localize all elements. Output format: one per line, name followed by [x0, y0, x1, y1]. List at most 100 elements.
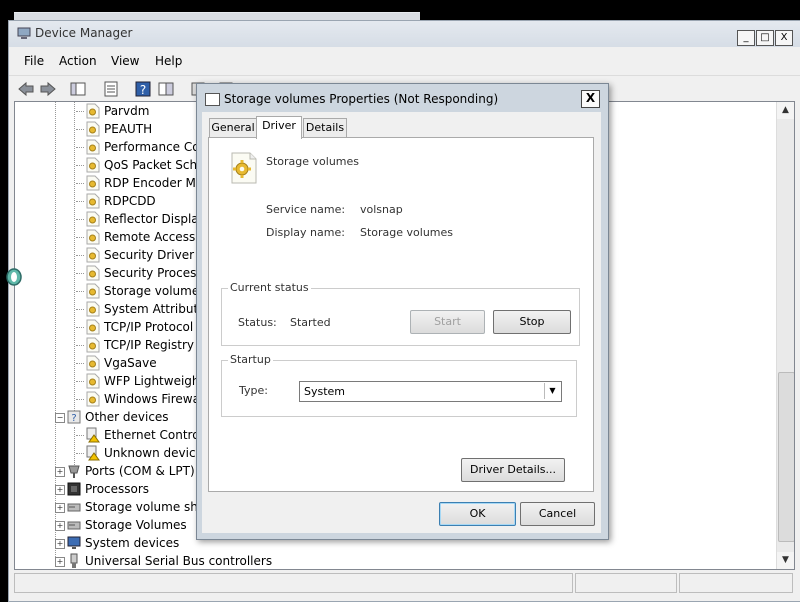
current-status-group: Current status Status: Started Start Sto…	[221, 281, 580, 346]
storage-icon	[67, 521, 81, 530]
startup-legend: Startup	[228, 353, 273, 366]
expand-icon[interactable]: +	[55, 539, 65, 549]
tree-item-label: Storage volume shad	[85, 500, 213, 514]
driver-file-icon	[86, 193, 100, 209]
usb-icon	[70, 553, 78, 568]
tree-item-label: Processors	[85, 482, 150, 496]
status-pane-1	[14, 573, 573, 593]
tree-item-label: System devices	[85, 536, 180, 550]
resize-cursor-icon	[6, 268, 22, 286]
tree-item-label: Universal Serial Bus controllers	[85, 554, 273, 568]
storage-icon	[67, 503, 81, 512]
driver-name: Storage volumes	[266, 155, 360, 168]
tree-item-label: Security Processo	[104, 266, 210, 280]
show-hide-pane-icon[interactable]	[157, 80, 175, 98]
driver-file-icon	[86, 301, 100, 317]
display-name-label: Display name:	[266, 226, 345, 239]
status-value: Started	[290, 316, 331, 329]
forward-arrow-icon[interactable]	[39, 80, 57, 98]
service-name-value: volsnap	[360, 203, 403, 216]
tree-item-label: RDP Encoder Mirr	[104, 176, 209, 190]
dialog-titlebar[interactable]: Storage volumes Properties (Not Respondi…	[197, 84, 608, 112]
chevron-down-icon[interactable]: ▼	[544, 383, 560, 399]
menu-file[interactable]: File	[24, 54, 44, 68]
close-button[interactable]: X	[775, 30, 793, 46]
back-arrow-icon[interactable]	[17, 80, 35, 98]
ok-button[interactable]: OK	[439, 502, 516, 526]
startup-type-value: System	[304, 385, 346, 398]
tree-item-label: RDPCDD	[104, 194, 156, 208]
driver-file-icon	[86, 373, 100, 389]
dialog-title: Storage volumes Properties (Not Respondi…	[224, 92, 499, 106]
expand-icon[interactable]: +	[55, 485, 65, 495]
tree-item-label: Unknown device	[104, 446, 203, 460]
window-title: Device Manager	[35, 26, 133, 40]
device-manager-icon	[17, 27, 31, 39]
driver-file-icon	[86, 265, 100, 281]
other-devices-icon: ?	[67, 410, 81, 424]
driver-tab-page: Storage volumes Service name: volsnap Di…	[208, 137, 594, 492]
console-tree-icon[interactable]	[69, 80, 87, 98]
tree-item-label: Storage volumes	[104, 284, 206, 298]
driver-file-icon	[86, 211, 100, 227]
startup-type-select[interactable]: System ▼	[299, 381, 562, 402]
tree-item-label: Security Driver	[104, 248, 195, 262]
driver-details-button[interactable]: Driver Details...	[461, 458, 565, 482]
tree-item-label: PEAUTH	[104, 122, 153, 136]
driver-file-icon	[86, 283, 100, 299]
properties-icon[interactable]	[102, 80, 120, 98]
minimize-button[interactable]: _	[737, 30, 755, 46]
dialog-body: General Driver Details Storage volumes S…	[202, 112, 601, 533]
menu-help[interactable]: Help	[155, 54, 182, 68]
start-button[interactable]: Start	[410, 310, 485, 334]
status-pane-3	[679, 573, 793, 593]
driver-file-icon	[86, 391, 100, 407]
current-status-legend: Current status	[228, 281, 311, 294]
svg-text:?: ?	[71, 413, 76, 424]
stop-button[interactable]: Stop	[493, 310, 571, 334]
driver-file-icon	[86, 103, 100, 119]
dialog-close-button[interactable]: X	[581, 90, 600, 108]
system-devices-icon	[67, 536, 81, 549]
scroll-up-arrow-icon[interactable]: ▲	[777, 102, 794, 119]
service-name-label: Service name:	[266, 203, 346, 216]
driver-file-icon	[86, 247, 100, 263]
expand-icon[interactable]: +	[55, 521, 65, 531]
tree-item-label: Parvdm	[104, 104, 150, 118]
scrollbar-thumb[interactable]	[778, 372, 794, 542]
driver-file-icon	[86, 355, 100, 371]
menu-action[interactable]: Action	[59, 54, 97, 68]
cancel-button[interactable]: Cancel	[520, 502, 595, 526]
collapse-icon[interactable]: −	[55, 413, 65, 423]
tree-item-label: Ports (COM & LPT)	[85, 464, 195, 478]
tab-general[interactable]: General	[209, 118, 257, 138]
scroll-down-arrow-icon[interactable]: ▼	[777, 552, 794, 569]
tab-driver[interactable]: Driver	[256, 116, 302, 139]
tree-item-label: Other devices	[85, 410, 169, 424]
menu-view[interactable]: View	[111, 54, 139, 68]
status-pane-2	[575, 573, 677, 593]
tree-item-label: VgaSave	[104, 356, 157, 370]
unknown-device-warning-icon	[86, 427, 100, 443]
device-manager-titlebar: Device Manager _ □ X	[9, 21, 800, 47]
tab-details[interactable]: Details	[303, 118, 347, 138]
unknown-device-warning-icon	[86, 445, 100, 461]
maximize-button[interactable]: □	[756, 30, 774, 46]
processor-icon	[67, 482, 81, 496]
driver-file-icon	[86, 139, 100, 155]
port-icon	[68, 465, 80, 478]
startup-group: Startup Type: System ▼	[221, 353, 577, 417]
driver-file-icon	[86, 229, 100, 245]
driver-file-icon	[86, 319, 100, 335]
vertical-scrollbar[interactable]: ▲ ▼	[776, 102, 794, 569]
driver-file-icon	[86, 157, 100, 173]
tree-item-label: WFP Lightweight	[104, 374, 205, 388]
status-bar	[14, 573, 793, 593]
display-name-value: Storage volumes	[360, 226, 454, 239]
expand-icon[interactable]: +	[55, 467, 65, 477]
help-icon[interactable]: ?	[134, 80, 152, 98]
expand-icon[interactable]: +	[55, 503, 65, 513]
properties-dialog: Storage volumes Properties (Not Respondi…	[196, 83, 609, 540]
dialog-window-icon	[205, 93, 220, 106]
expand-icon[interactable]: +	[55, 557, 65, 567]
